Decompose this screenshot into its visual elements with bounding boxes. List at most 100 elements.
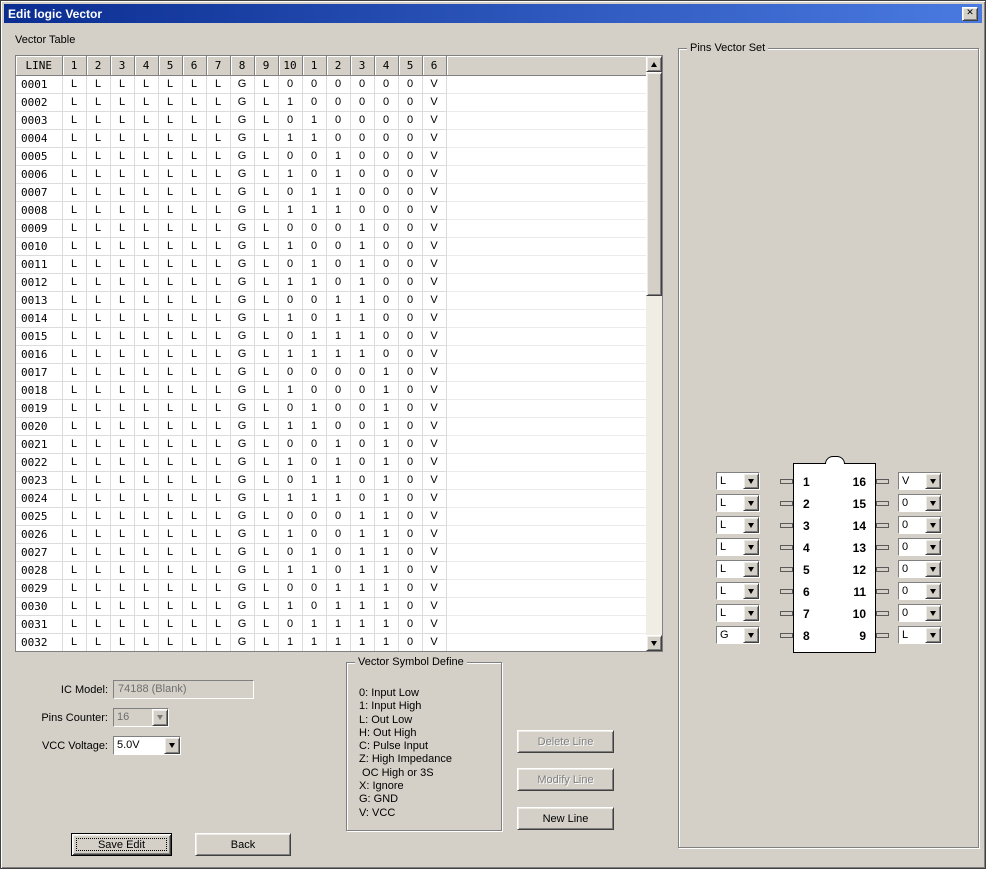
vector-cell[interactable]: L [134, 255, 158, 273]
vector-cell[interactable]: L [254, 507, 278, 525]
vector-cell[interactable]: L [134, 615, 158, 633]
vector-cell[interactable]: 1 [350, 237, 374, 255]
vector-cell[interactable]: L [110, 255, 134, 273]
vector-cell[interactable]: G [230, 201, 254, 219]
vector-cell[interactable]: 0 [302, 165, 326, 183]
vector-cell[interactable]: L [110, 525, 134, 543]
vector-cell[interactable]: L [134, 561, 158, 579]
pin-16-select[interactable]: V [898, 472, 942, 490]
pin-1-select[interactable]: L [716, 472, 760, 490]
vector-cell[interactable]: 0 [278, 471, 302, 489]
line-number-cell[interactable]: 0016 [16, 345, 62, 363]
vector-cell[interactable]: G [230, 93, 254, 111]
vector-cell[interactable]: 1 [278, 561, 302, 579]
vector-cell[interactable]: L [182, 453, 206, 471]
table-row[interactable]: 0008LLLLLLLGL111000V [16, 201, 646, 219]
vector-cell[interactable]: L [254, 219, 278, 237]
vector-cell[interactable]: L [62, 237, 86, 255]
line-number-cell[interactable]: 0020 [16, 417, 62, 435]
vector-cell[interactable]: L [254, 291, 278, 309]
vector-cell[interactable]: L [182, 561, 206, 579]
vector-cell[interactable]: V [422, 471, 446, 489]
dropdown-button[interactable] [743, 473, 759, 489]
vector-cell[interactable]: L [206, 309, 230, 327]
vector-cell[interactable]: G [230, 489, 254, 507]
vector-cell[interactable]: 0 [374, 309, 398, 327]
vector-cell[interactable]: 1 [374, 507, 398, 525]
vector-cell[interactable]: 0 [278, 291, 302, 309]
vector-cell[interactable]: L [254, 363, 278, 381]
vector-cell[interactable]: L [86, 219, 110, 237]
vector-cell[interactable]: 1 [278, 129, 302, 147]
dropdown-button[interactable] [925, 473, 941, 489]
vector-cell[interactable]: L [254, 129, 278, 147]
vector-cell[interactable]: L [62, 111, 86, 129]
vector-cell[interactable]: G [230, 615, 254, 633]
vector-cell[interactable]: 1 [350, 633, 374, 651]
vector-cell[interactable]: 0 [398, 237, 422, 255]
vector-cell[interactable]: V [422, 93, 446, 111]
table-row[interactable]: 0007LLLLLLLGL011000V [16, 183, 646, 201]
table-row[interactable]: 0009LLLLLLLGL000100V [16, 219, 646, 237]
vector-cell[interactable]: 1 [326, 165, 350, 183]
vector-cell[interactable]: 0 [398, 147, 422, 165]
vector-cell[interactable]: L [62, 615, 86, 633]
vector-cell[interactable]: L [110, 381, 134, 399]
vector-cell[interactable]: 1 [374, 471, 398, 489]
pin-12-select[interactable]: 0 [898, 560, 942, 578]
table-row[interactable]: 0018LLLLLLLGL100010V [16, 381, 646, 399]
dropdown-button[interactable] [925, 517, 941, 533]
vector-cell[interactable]: L [134, 327, 158, 345]
vector-cell[interactable]: L [134, 543, 158, 561]
vector-cell[interactable]: 1 [374, 597, 398, 615]
vector-cell[interactable]: L [86, 543, 110, 561]
vector-cell[interactable]: 0 [302, 75, 326, 93]
vector-cell[interactable]: V [422, 579, 446, 597]
vector-cell[interactable]: 0 [278, 615, 302, 633]
table-row[interactable]: 0021LLLLLLLGL001010V [16, 435, 646, 453]
vector-cell[interactable]: 0 [398, 489, 422, 507]
vector-cell[interactable]: L [62, 147, 86, 165]
vector-cell[interactable]: 0 [302, 309, 326, 327]
vector-cell[interactable]: 1 [278, 633, 302, 651]
vector-cell[interactable]: 1 [302, 561, 326, 579]
vector-cell[interactable]: V [422, 345, 446, 363]
vector-cell[interactable]: L [182, 183, 206, 201]
vector-cell[interactable]: 1 [374, 381, 398, 399]
vector-cell[interactable]: V [422, 561, 446, 579]
vector-cell[interactable]: L [254, 165, 278, 183]
vector-cell[interactable]: 0 [326, 363, 350, 381]
vector-cell[interactable]: L [86, 417, 110, 435]
vector-cell[interactable]: G [230, 561, 254, 579]
vector-cell[interactable]: 1 [374, 561, 398, 579]
vector-cell[interactable]: L [158, 417, 182, 435]
vector-cell[interactable]: 1 [326, 309, 350, 327]
vector-cell[interactable]: L [134, 111, 158, 129]
table-row[interactable]: 0025LLLLLLLGL000110V [16, 507, 646, 525]
vector-cell[interactable]: L [86, 471, 110, 489]
vector-cell[interactable]: 0 [302, 507, 326, 525]
vector-cell[interactable]: L [134, 399, 158, 417]
line-number-cell[interactable]: 0028 [16, 561, 62, 579]
dropdown-button[interactable] [743, 561, 759, 577]
vector-cell[interactable]: 0 [374, 201, 398, 219]
vector-cell[interactable]: L [134, 165, 158, 183]
vector-cell[interactable]: L [62, 363, 86, 381]
vector-cell[interactable]: 0 [278, 111, 302, 129]
vector-cell[interactable]: 1 [350, 525, 374, 543]
scroll-down-button[interactable] [646, 635, 662, 651]
vector-cell[interactable]: L [206, 435, 230, 453]
vector-cell[interactable]: L [134, 579, 158, 597]
vector-cell[interactable]: L [134, 147, 158, 165]
vector-cell[interactable]: L [206, 399, 230, 417]
vector-cell[interactable]: 1 [350, 291, 374, 309]
table-row[interactable]: 0011LLLLLLLGL010100V [16, 255, 646, 273]
vector-cell[interactable]: L [134, 183, 158, 201]
vector-cell[interactable]: 0 [374, 111, 398, 129]
vector-cell[interactable]: L [110, 633, 134, 651]
vector-cell[interactable]: 1 [326, 201, 350, 219]
vector-cell[interactable]: L [86, 165, 110, 183]
vector-cell[interactable]: L [254, 435, 278, 453]
vector-cell[interactable]: L [86, 435, 110, 453]
vector-cell[interactable]: G [230, 507, 254, 525]
